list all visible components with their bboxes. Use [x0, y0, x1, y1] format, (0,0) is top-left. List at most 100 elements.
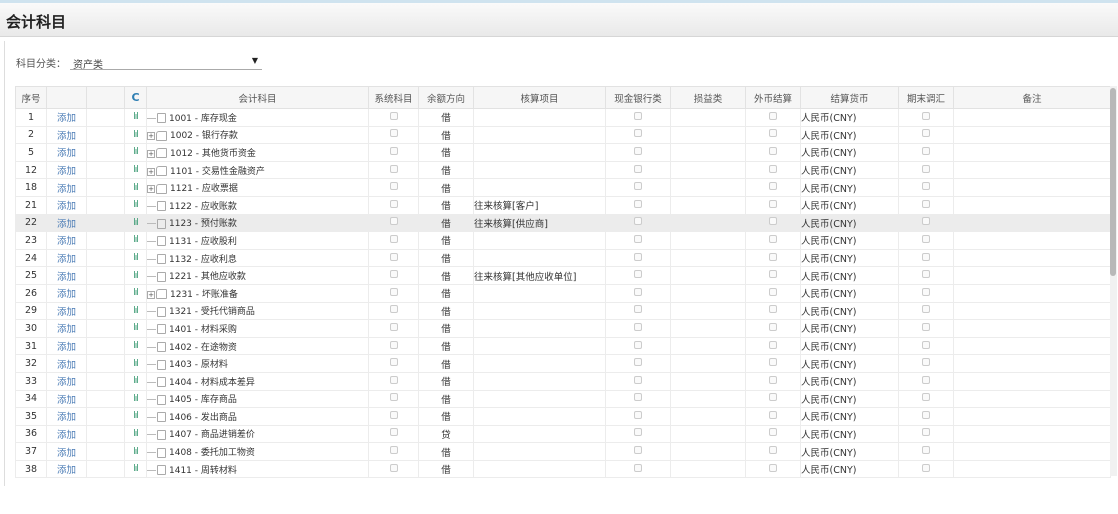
checkbox[interactable] — [634, 164, 642, 173]
expand-icon[interactable]: + — [147, 167, 155, 176]
chart-icon[interactable]: lıl — [124, 354, 147, 373]
checkbox[interactable] — [634, 358, 642, 367]
chart-icon[interactable]: lıl — [124, 283, 147, 303]
chart-icon[interactable]: lıl — [124, 195, 147, 215]
chart-icon[interactable]: lıl — [124, 424, 147, 444]
checkbox[interactable] — [634, 393, 642, 402]
subject-cell[interactable]: 1401 - 材料采购 — [146, 319, 369, 338]
checkbox[interactable] — [922, 252, 930, 261]
subject-cell[interactable]: 1407 - 商品进销差价 — [146, 424, 369, 444]
table-row[interactable]: 35 添加 lıl 1406 - 发出商品 借 人民币(CNY) — [15, 407, 1111, 426]
checkbox[interactable] — [922, 375, 930, 384]
table-row[interactable]: 2 添加 lıl +1002 - 银行存款 借 人民币(CNY) — [15, 125, 1111, 145]
table-row[interactable]: 33 添加 lıl 1404 - 材料成本差异 借 人民币(CNY) — [15, 371, 1111, 391]
header-currency[interactable]: 结算货币 — [800, 86, 899, 109]
scrollbar-thumb[interactable] — [1110, 88, 1116, 276]
checkbox[interactable] — [922, 322, 930, 331]
checkbox[interactable] — [389, 393, 398, 402]
add-link[interactable]: 添加 — [46, 336, 87, 356]
table-row[interactable]: 34 添加 lıl 1405 - 库存商品 借 人民币(CNY) — [15, 389, 1111, 409]
checkbox[interactable] — [769, 234, 777, 243]
checkbox[interactable] — [389, 358, 398, 367]
add-link[interactable]: 添加 — [46, 160, 87, 180]
checkbox[interactable] — [769, 410, 777, 419]
checkbox[interactable] — [922, 234, 930, 243]
checkbox[interactable] — [634, 428, 642, 437]
expand-icon[interactable]: + — [147, 290, 155, 299]
checkbox[interactable] — [389, 182, 398, 191]
checkbox[interactable] — [634, 446, 642, 455]
header-system[interactable]: 系统科目 — [368, 86, 419, 109]
checkbox[interactable] — [769, 446, 777, 455]
checkbox[interactable] — [922, 146, 930, 155]
add-link[interactable]: 添加 — [46, 442, 87, 461]
checkbox[interactable] — [769, 340, 777, 349]
checkbox[interactable] — [389, 340, 398, 349]
add-link[interactable]: 添加 — [46, 248, 87, 268]
checkbox[interactable] — [922, 446, 930, 455]
checkbox[interactable] — [389, 252, 398, 261]
add-link[interactable]: 添加 — [46, 266, 87, 285]
checkbox[interactable] — [922, 270, 930, 279]
table-row[interactable]: 29 添加 lıl 1321 - 受托代销商品 借 人民币(CNY) — [15, 301, 1111, 321]
table-row[interactable]: 22 添加 lıl 1123 - 预付账款 借 往来核算[供应商] 人民币(CN… — [15, 213, 1111, 233]
subject-cell[interactable]: 1131 - 应收股利 — [146, 231, 369, 250]
subject-cell[interactable]: 1001 - 库存现金 — [146, 108, 369, 127]
chart-icon[interactable]: lıl — [124, 160, 147, 180]
checkbox[interactable] — [634, 322, 642, 331]
subject-cell[interactable]: +1002 - 银行存款 — [146, 125, 369, 145]
chart-icon[interactable]: lıl — [124, 231, 147, 250]
checkbox[interactable] — [389, 463, 398, 472]
subject-cell[interactable]: +1101 - 交易性金融资产 — [146, 160, 369, 180]
checkbox[interactable] — [389, 199, 398, 208]
checkbox[interactable] — [922, 305, 930, 314]
checkbox[interactable] — [769, 129, 777, 138]
checkbox[interactable] — [769, 252, 777, 261]
subject-cell[interactable]: +1231 - 坏账准备 — [146, 283, 369, 303]
table-row[interactable]: 21 添加 lıl 1122 - 应收账款 借 往来核算[客户] 人民币(CNY… — [15, 195, 1111, 215]
add-link[interactable]: 添加 — [46, 371, 87, 391]
subject-cell[interactable]: +1012 - 其他货币资金 — [146, 143, 369, 162]
checkbox[interactable] — [769, 146, 777, 155]
category-select[interactable]: 资产类 ▼ — [70, 56, 262, 71]
table-row[interactable]: 32 添加 lıl 1403 - 原材料 借 人民币(CNY) — [15, 354, 1111, 373]
checkbox[interactable] — [634, 410, 642, 419]
subject-cell[interactable]: 1402 - 在途物资 — [146, 336, 369, 356]
header-accounting[interactable]: 核算项目 — [473, 86, 606, 109]
checkbox[interactable] — [769, 358, 777, 367]
checkbox[interactable] — [769, 428, 777, 437]
header-adjust[interactable]: 期末调汇 — [898, 86, 954, 109]
chart-icon[interactable]: lıl — [124, 442, 147, 461]
chart-icon[interactable]: lıl — [124, 125, 147, 145]
header-direction[interactable]: 余额方向 — [418, 86, 474, 109]
checkbox[interactable] — [769, 199, 777, 208]
checkbox[interactable] — [634, 129, 642, 138]
checkbox[interactable] — [922, 164, 930, 173]
checkbox[interactable] — [389, 217, 398, 226]
table-row[interactable]: 26 添加 lıl +1231 - 坏账准备 借 人民币(CNY) — [15, 283, 1111, 303]
checkbox[interactable] — [634, 234, 642, 243]
checkbox[interactable] — [922, 340, 930, 349]
header-fx[interactable]: 外币结算 — [745, 86, 801, 109]
table-row[interactable]: 23 添加 lıl 1131 - 应收股利 借 人民币(CNY) — [15, 231, 1111, 250]
chart-icon[interactable]: lıl — [124, 319, 147, 338]
subject-cell[interactable]: 1321 - 受托代销商品 — [146, 301, 369, 321]
checkbox[interactable] — [769, 287, 777, 296]
table-row[interactable]: 30 添加 lıl 1401 - 材料采购 借 人民币(CNY) — [15, 319, 1111, 338]
checkbox[interactable] — [389, 305, 398, 314]
subject-cell[interactable]: 1406 - 发出商品 — [146, 407, 369, 426]
subject-cell[interactable]: 1221 - 其他应收款 — [146, 266, 369, 285]
chart-icon[interactable]: lıl — [124, 371, 147, 391]
checkbox[interactable] — [769, 270, 777, 279]
subject-cell[interactable]: 1408 - 委托加工物资 — [146, 442, 369, 461]
add-link[interactable]: 添加 — [46, 424, 87, 444]
add-link[interactable]: 添加 — [46, 354, 87, 373]
refresh-icon[interactable]: C — [131, 91, 139, 104]
expand-icon[interactable]: + — [147, 185, 155, 194]
add-link[interactable]: 添加 — [46, 108, 87, 127]
vertical-scrollbar[interactable] — [1110, 86, 1117, 476]
checkbox[interactable] — [922, 111, 930, 120]
subject-cell[interactable]: 1132 - 应收利息 — [146, 248, 369, 268]
chart-icon[interactable]: lıl — [124, 336, 147, 356]
chart-icon[interactable]: lıl — [124, 248, 147, 268]
